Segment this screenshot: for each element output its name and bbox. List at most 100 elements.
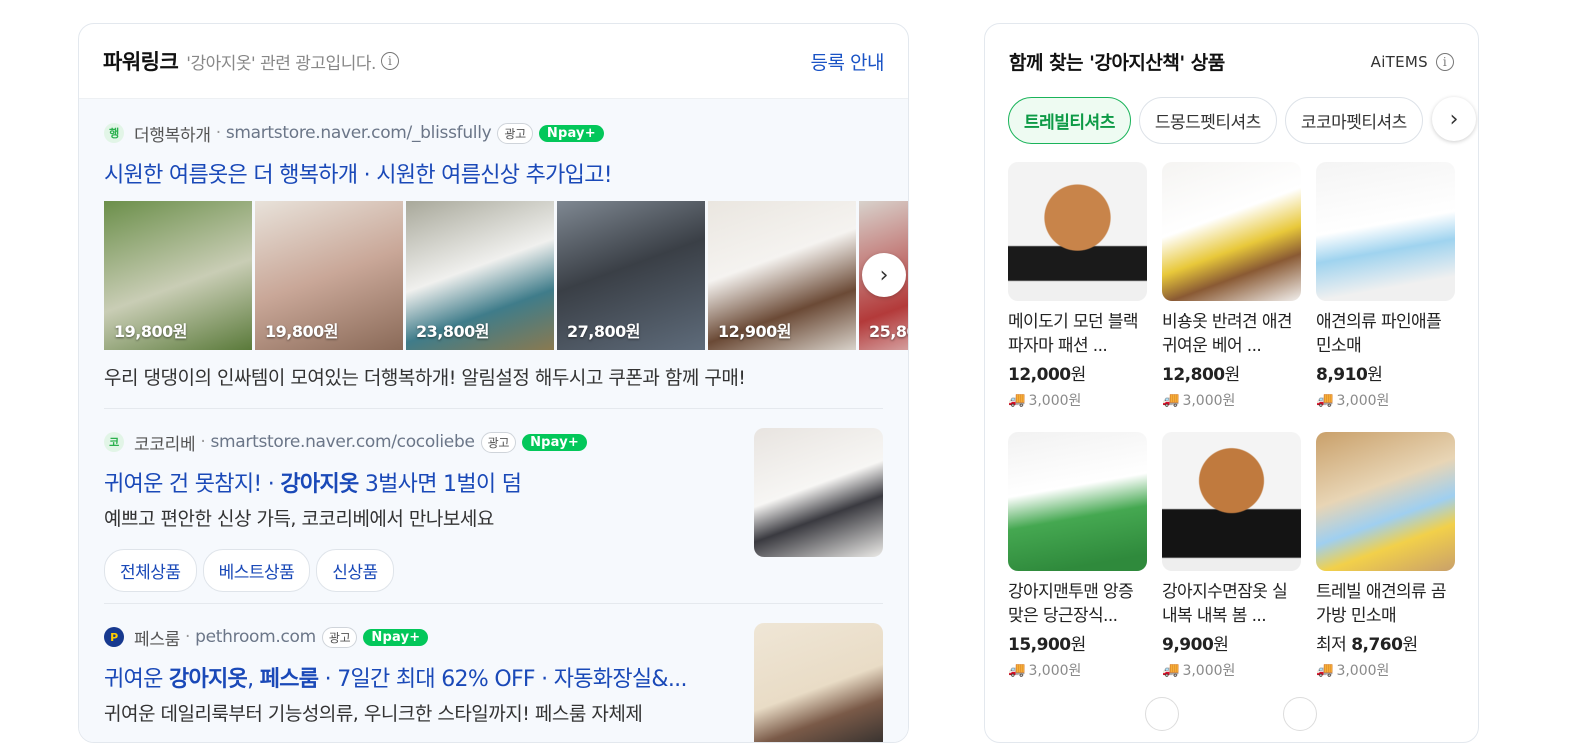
product-price: 19,800원	[114, 322, 187, 341]
truck-icon: 🚚	[1008, 662, 1026, 678]
price-value: 12,800	[1162, 365, 1225, 385]
keyword-tabs: 트레빌티셔츠 드몽드펫티셔츠 코코마펫티셔츠	[1008, 97, 1478, 144]
ad-divider	[104, 408, 883, 409]
product-card[interactable]: 메이도기 모던 블랙 파자마 패션 ... 12,000원 🚚 3,000원	[1008, 162, 1147, 410]
separator-dot: ·	[200, 432, 206, 452]
product-price: 15,900원	[1008, 630, 1147, 655]
ad-product-image[interactable]	[754, 428, 883, 557]
product-name[interactable]: 메이도기 모던 블랙 파자마 패션 ...	[1008, 310, 1147, 358]
price-unit: 원	[1224, 365, 1241, 385]
related-items-panel: 함께 찾는 '강아지산책' 상품 AiTEMS i 트레빌티셔츠 드몽드펫티셔츠…	[984, 23, 1479, 743]
product-name[interactable]: 강아지맨투맨 앙증맞은 당근장식...	[1008, 580, 1147, 628]
shipping-fee-value: 3,000원	[1336, 393, 1390, 409]
product-price: 23,800원	[416, 322, 489, 341]
product-card[interactable]: 애견의류 파인애플 민소매 8,910원 🚚 3,000원	[1316, 162, 1455, 410]
product-card[interactable]: 비숑옷 반려견 애견 귀여운 베어 ... 12,800원 🚚 3,000원	[1162, 162, 1301, 410]
product-price: 최저 8,760원	[1316, 630, 1455, 655]
ad-store-name[interactable]: 코코리베	[134, 430, 196, 455]
ad-title-part: ,	[247, 667, 260, 692]
npay-badge: Npay+	[522, 433, 588, 451]
product-grid: 메이도기 모던 블랙 파자마 패션 ... 12,000원 🚚 3,000원 비숑…	[1008, 162, 1455, 680]
register-link[interactable]: 등록 안내	[811, 48, 885, 75]
chevron-right-icon: ›	[879, 262, 889, 288]
shipping-fee-value: 3,000원	[1336, 663, 1390, 679]
product-card[interactable]: 트레빌 애견의류 곰 가방 민소매 최저 8,760원 🚚 3,000원	[1316, 432, 1455, 680]
truck-icon: 🚚	[1316, 392, 1334, 408]
ad-description: 우리 댕댕이의 인싸템이 모여있는 더행복하개! 알림설정 해두시고 쿠폰과 함…	[104, 367, 746, 389]
ad-title-brand: 페스룸	[259, 667, 319, 692]
price-value: 15,900	[1008, 635, 1071, 655]
ad-title-part: 귀여운 건 못참지! ·	[104, 472, 281, 497]
info-icon[interactable]: i	[380, 52, 399, 70]
ad-url[interactable]: smartstore.naver.com/_blissfully	[226, 123, 492, 143]
powerlink-subtitle: '강아지옷' 관련 광고입니다.	[186, 53, 376, 74]
info-icon[interactable]: i	[1436, 52, 1454, 71]
npay-badge: Npay+	[363, 628, 429, 646]
tab-keyword[interactable]: 드몽드펫티셔츠	[1138, 97, 1277, 144]
product-image[interactable]	[1008, 162, 1147, 301]
product-name[interactable]: 강아지수면잠옷 실내복 내복 봄 ...	[1162, 580, 1301, 628]
price-unit: 원	[1070, 635, 1087, 655]
ad-store-name[interactable]: 페스룸	[134, 625, 180, 650]
price-unit: 원	[1402, 635, 1418, 655]
price-value: 8,760	[1351, 635, 1403, 655]
shipping-fee: 🚚 3,000원	[1162, 660, 1301, 680]
chevron-right-icon: ›	[1449, 106, 1459, 132]
chip-best-products[interactable]: 베스트상품	[202, 549, 311, 592]
truck-icon: 🚚	[1008, 392, 1026, 408]
product-name[interactable]: 애견의류 파인애플 민소매	[1316, 310, 1455, 358]
shipping-fee: 🚚 3,000원	[1316, 390, 1455, 410]
related-items-title: 함께 찾는 '강아지산책' 상품	[1009, 52, 1225, 74]
truck-icon: 🚚	[1316, 662, 1334, 678]
powerlink-header: 파워링크 '강아지옷' 관련 광고입니다. i 등록 안내	[79, 24, 908, 99]
tab-keyword[interactable]: 트레빌티셔츠	[1008, 97, 1131, 144]
product-image[interactable]	[1008, 432, 1147, 571]
ad-store-name[interactable]: 더행복하개	[134, 121, 211, 146]
product-name[interactable]: 비숑옷 반려견 애견 귀여운 베어 ...	[1162, 310, 1301, 358]
product-price: 27,800원	[567, 322, 640, 341]
product-thumb[interactable]: 19,800원	[104, 201, 252, 350]
price-unit: 원	[1070, 365, 1087, 385]
ad-product-image[interactable]	[754, 623, 883, 742]
separator-dot: ·	[215, 123, 221, 143]
product-price: 19,800원	[265, 322, 338, 341]
chip-all-products[interactable]: 전체상품	[104, 549, 197, 592]
ad-title-keyword: 강아지옷	[168, 667, 248, 692]
product-thumb[interactable]: 23,800원	[406, 201, 554, 350]
chip-new-products[interactable]: 신상품	[316, 549, 394, 592]
product-image[interactable]	[1162, 432, 1301, 571]
price-prefix: 최저	[1316, 635, 1352, 655]
price-value: 9,900	[1162, 635, 1214, 655]
tabs-next-button[interactable]: ›	[1432, 97, 1476, 141]
ad-title-link[interactable]: 시원한 여름옷은 더 행복하개 · 시원한 여름신상 추가입고!	[104, 157, 883, 189]
product-image[interactable]	[1316, 162, 1455, 301]
grid-pager	[1145, 697, 1317, 731]
truck-icon: 🚚	[1162, 392, 1180, 408]
product-price: 9,900원	[1162, 630, 1301, 655]
product-card[interactable]: 강아지수면잠옷 실내복 내복 봄 ... 9,900원 🚚 3,000원	[1162, 432, 1301, 680]
product-name[interactable]: 트레빌 애견의류 곰 가방 민소매	[1316, 580, 1455, 628]
pager-prev-button[interactable]	[1145, 697, 1179, 731]
store-favicon-icon: P	[104, 627, 124, 647]
tab-keyword[interactable]: 코코마펫티셔츠	[1284, 97, 1423, 144]
aitems-label: AiTEMS	[1370, 52, 1428, 71]
price-unit: 원	[1367, 365, 1383, 385]
product-price: 25,800원	[869, 322, 908, 341]
product-image[interactable]	[1316, 432, 1455, 571]
pager-next-button[interactable]	[1283, 697, 1317, 731]
product-thumb[interactable]: 27,800원	[557, 201, 705, 350]
separator-dot: ·	[185, 627, 191, 647]
carousel-next-button[interactable]: ›	[862, 253, 906, 297]
product-thumb[interactable]: 19,800원	[255, 201, 403, 350]
price-value: 12,000	[1008, 365, 1071, 385]
ad-title-part: 귀여운	[104, 667, 169, 692]
shipping-fee-value: 3,000원	[1182, 393, 1236, 409]
ad-url[interactable]: pethroom.com	[195, 627, 316, 647]
product-image[interactable]	[1162, 162, 1301, 301]
product-card[interactable]: 강아지맨투맨 앙증맞은 당근장식... 15,900원 🚚 3,000원	[1008, 432, 1147, 680]
ad-title-keyword: 강아지옷	[280, 472, 359, 497]
ad-url[interactable]: smartstore.naver.com/cocoliebe	[210, 432, 474, 452]
product-thumb[interactable]: 12,900원	[708, 201, 856, 350]
price-unit: 원	[1213, 635, 1229, 655]
ad-item: 행 더행복하개 · smartstore.naver.com/_blissful…	[104, 121, 883, 189]
